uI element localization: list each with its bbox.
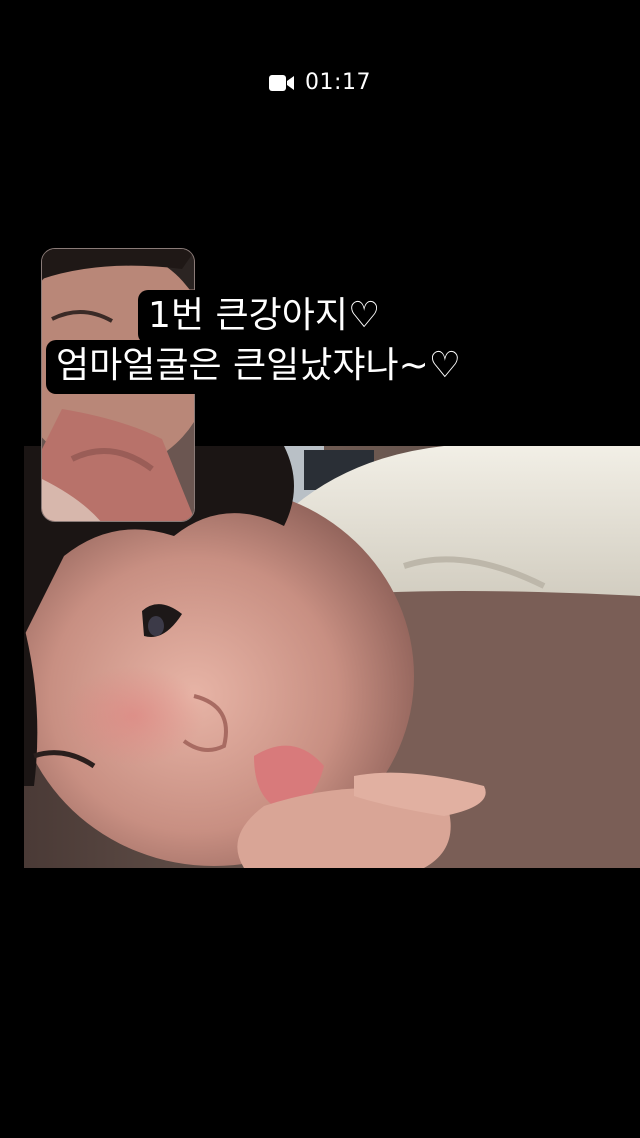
video-call-screen: 01:17 1번 큰강아지♡ 엄마얼굴은 큰일났쟈나~♡ bbox=[0, 0, 640, 1138]
caption-overlay: 1번 큰강아지♡ 엄마얼굴은 큰일났쟈나~♡ bbox=[46, 290, 472, 394]
call-status-bar: 01:17 bbox=[0, 70, 640, 95]
video-camera-icon bbox=[269, 74, 295, 92]
caption-line-2: 엄마얼굴은 큰일났쟈나~♡ bbox=[46, 340, 472, 394]
caption-line-1: 1번 큰강아지♡ bbox=[138, 290, 391, 344]
call-timer: 01:17 bbox=[305, 70, 371, 95]
